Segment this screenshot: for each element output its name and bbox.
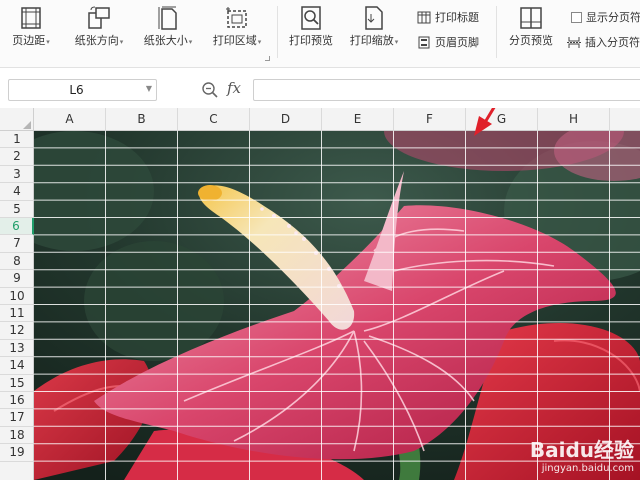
row-header-12[interactable]: 12 — [0, 322, 34, 340]
print-scale-button[interactable]: 打印缩放▾ — [344, 4, 404, 54]
formula-input[interactable] — [253, 79, 640, 101]
show-page-breaks-checkbox[interactable]: 显示分页符 — [571, 8, 640, 26]
column-headers: ABCDEFGH — [0, 108, 640, 131]
row-header-19[interactable]: 19 — [0, 444, 34, 462]
orientation-label: 纸张方向 — [74, 34, 119, 47]
print-preview-icon — [284, 4, 338, 32]
ribbon-divider — [496, 6, 497, 58]
watermark-brand: Baidu经验 — [529, 438, 634, 462]
page-layout-ribbon: 页边距▾ 纸张方向▾ 纸张大小▾ 打印区域▾ 打印预览 打印缩放▾ 打印标题 页… — [0, 0, 640, 68]
page-break-preview-label: 分页预览 — [509, 34, 553, 47]
column-header-b[interactable]: B — [106, 108, 178, 131]
row-header-11[interactable]: 11 — [0, 305, 34, 323]
flower-photo[interactable]: Baidu经验 jingyan.baidu.com — [34, 131, 640, 480]
row-headers: 1 2 3 4 5 6 7 8 9 10 11 12 13 14 15 16 17 18 19 — [0, 131, 34, 480]
header-footer-label: 页眉页脚 — [435, 36, 479, 49]
print-area-label: 打印区域 — [212, 34, 257, 47]
spreadsheet-grid: Baidu经验 jingyan.baidu.com ABCDEFGH 12345… — [0, 108, 640, 480]
row-header-3[interactable]: 3 — [0, 166, 34, 184]
select-all-button[interactable] — [0, 108, 34, 131]
row-header-17[interactable]: 17 — [0, 409, 34, 427]
row-header-15[interactable]: 15 — [0, 375, 34, 392]
row-header-18[interactable]: 18 — [0, 427, 34, 445]
column-header-f[interactable]: F — [394, 108, 466, 131]
chevron-down-icon: ▾ — [46, 38, 50, 46]
page-break-preview-icon — [503, 4, 559, 32]
paper-size-label: 纸张大小 — [143, 34, 188, 47]
row-header-13[interactable]: 13 — [0, 340, 34, 358]
print-scale-icon — [344, 4, 404, 32]
column-header-a[interactable]: A — [34, 108, 106, 131]
header-footer-button[interactable]: 页眉页脚 — [417, 33, 479, 51]
chevron-down-icon: ▾ — [257, 38, 262, 46]
print-area-button[interactable]: 打印区域▾ — [206, 4, 268, 54]
dialog-launcher-icon[interactable] — [265, 56, 270, 61]
chevron-down-icon: ▾ — [119, 38, 124, 46]
zoom-icon[interactable] — [201, 81, 219, 99]
formula-bar: L6 ▼ fx — [0, 68, 640, 112]
orientation-button[interactable]: 纸张方向▾ — [68, 4, 130, 54]
row-header-10[interactable]: 10 — [0, 288, 34, 305]
checkbox-icon[interactable] — [571, 11, 582, 23]
paper-size-button[interactable]: 纸张大小▾ — [137, 4, 199, 54]
chevron-down-icon: ▾ — [188, 38, 193, 46]
column-header-d[interactable]: D — [250, 108, 322, 131]
header-footer-icon — [418, 36, 430, 48]
print-titles-button[interactable]: 打印标题 — [417, 8, 479, 26]
print-area-icon — [206, 4, 268, 32]
cell-reference: L6 — [69, 83, 84, 97]
page-break-preview-button[interactable]: 分页预览 — [503, 4, 559, 54]
show-page-breaks-label: 显示分页符 — [586, 11, 640, 24]
column-header-c[interactable]: C — [178, 108, 250, 131]
print-titles-icon — [417, 11, 431, 23]
orientation-icon — [68, 4, 130, 32]
insert-page-break-label: 插入分页符 — [585, 36, 640, 49]
column-header-g[interactable]: G — [466, 108, 538, 131]
ribbon-divider — [277, 6, 278, 58]
row-header-14[interactable]: 14 — [0, 357, 34, 375]
name-box[interactable]: L6 ▼ — [8, 79, 157, 101]
row-header-5[interactable]: 5 — [0, 201, 34, 218]
column-header-h[interactable]: H — [538, 108, 610, 131]
row-header-2[interactable]: 2 — [0, 148, 34, 166]
row-header-4[interactable]: 4 — [0, 183, 34, 201]
insert-page-break-icon — [567, 36, 581, 48]
row-header-6[interactable]: 6 — [0, 218, 34, 236]
row-header-9[interactable]: 9 — [0, 270, 34, 288]
margins-label: 页边距 — [12, 34, 46, 47]
chevron-down-icon[interactable]: ▼ — [146, 84, 152, 93]
margins-icon — [6, 4, 56, 32]
row-header-16[interactable]: 16 — [0, 392, 34, 410]
insert-function-button[interactable]: fx — [227, 79, 241, 97]
chevron-down-icon: ▾ — [394, 38, 399, 46]
print-scale-label: 打印缩放 — [349, 34, 394, 47]
row-header-8[interactable]: 8 — [0, 253, 34, 271]
watermark: Baidu经验 jingyan.baidu.com — [530, 434, 634, 474]
print-titles-label: 打印标题 — [435, 11, 479, 24]
paper-size-icon — [137, 4, 199, 32]
print-preview-label: 打印预览 — [289, 34, 333, 47]
margins-button[interactable]: 页边距▾ — [6, 4, 56, 54]
row-header-1[interactable]: 1 — [0, 131, 34, 149]
watermark-site: jingyan.baidu.com — [541, 463, 634, 474]
insert-page-break-button[interactable]: 插入分页符 — [567, 33, 640, 51]
column-header-e[interactable]: E — [322, 108, 394, 131]
print-preview-button[interactable]: 打印预览 — [284, 4, 338, 54]
row-header-7[interactable]: 7 — [0, 235, 34, 253]
